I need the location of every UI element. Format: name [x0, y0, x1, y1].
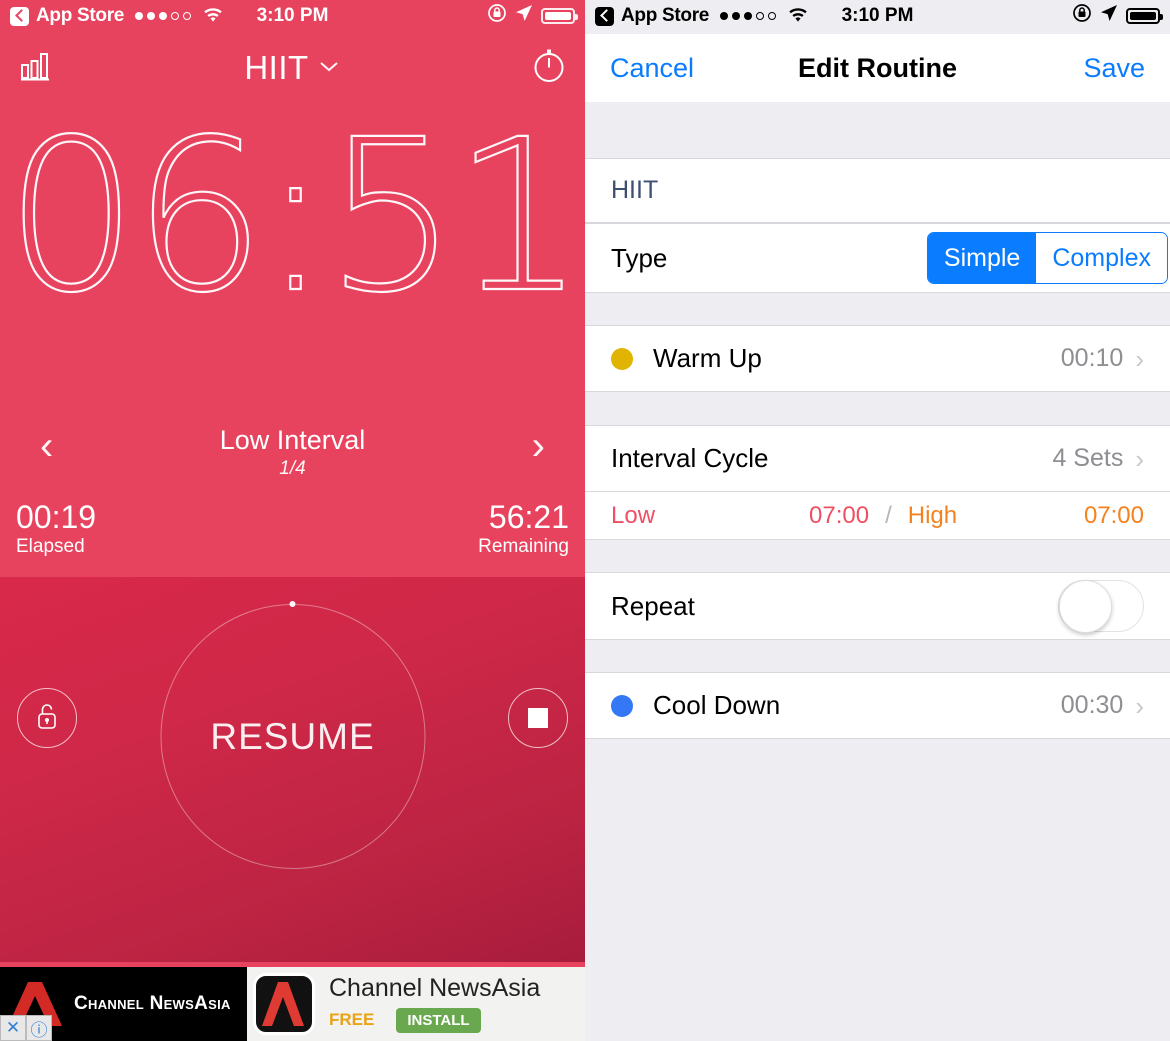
section-gap-4	[585, 640, 1170, 672]
interval-name: Low Interval	[219, 425, 366, 455]
repeat-row: Repeat	[585, 572, 1170, 640]
lock-button[interactable]	[17, 688, 77, 748]
low-high-separator: /	[885, 501, 892, 529]
status-indicators	[487, 3, 578, 29]
warm-up-color-dot	[611, 347, 633, 370]
stopwatch-icon[interactable]	[531, 48, 567, 89]
countdown-display: 06:51	[4, 94, 585, 339]
type-segmented-control[interactable]: Simple Complex	[926, 232, 1168, 284]
elapsed-label: Elapsed	[16, 536, 85, 558]
next-interval-icon[interactable]: ›	[532, 425, 545, 467]
battery-icon	[541, 8, 578, 24]
ad-app-icon	[253, 973, 315, 1035]
repeat-label: Repeat	[611, 590, 695, 621]
ad-price: FREE	[329, 1010, 375, 1030]
interval-cycle-value: 4 Sets	[1052, 444, 1124, 472]
warm-up-label: Warm Up	[653, 343, 762, 373]
repeat-toggle[interactable]	[1058, 580, 1144, 633]
ad-close-icon[interactable]: ✕	[0, 1015, 26, 1041]
page-title: Edit Routine	[798, 52, 957, 83]
location-arrow-icon	[1100, 4, 1118, 28]
cool-down-value: 00:30	[1060, 691, 1124, 719]
high-label: High	[907, 501, 958, 529]
status-indicators	[1072, 3, 1163, 29]
interval-cycle-label: Interval Cycle	[611, 443, 769, 473]
dual-screenshot: App Store 3:10 PM HIIT 06:51 ‹ Low Inter…	[0, 0, 1170, 1041]
rotation-lock-icon	[1072, 3, 1092, 29]
routine-name-row[interactable]: HIIT	[585, 158, 1170, 223]
warm-up-row[interactable]: Warm Up 00:10 ›	[585, 325, 1170, 392]
remaining-stat: 56:21 Remaining	[478, 499, 569, 558]
status-bar-left: App Store 3:10 PM	[0, 0, 585, 32]
segment-complex[interactable]: Complex	[1036, 233, 1167, 283]
chevron-right-icon: ›	[1135, 690, 1144, 721]
cool-down-color-dot	[611, 694, 633, 717]
progress-dot	[289, 601, 296, 607]
ad-info-icon[interactable]: ⓘ	[26, 1015, 52, 1041]
battery-icon	[1126, 8, 1163, 24]
status-bar-right: App Store 3:10 PM	[585, 0, 1170, 32]
routine-title-button[interactable]: HIIT	[244, 49, 338, 87]
ad-install-button[interactable]: INSTALL	[396, 1007, 481, 1033]
warm-up-value: 00:10	[1060, 344, 1124, 372]
stop-button[interactable]	[508, 688, 568, 748]
low-label: Low	[611, 501, 656, 529]
elapsed-stat: 00:19 Elapsed	[16, 499, 97, 558]
section-gap-2	[585, 392, 1170, 425]
bar-chart-icon[interactable]	[18, 49, 52, 88]
ad-banner-brand: Channel NewsAsia	[74, 993, 231, 1014]
ad-banner[interactable]: Channel NewsAsia Channel NewsAsia FREE I…	[0, 967, 585, 1041]
segment-simple[interactable]: Simple	[927, 233, 1037, 283]
elapsed-value: 00:19	[16, 499, 97, 535]
type-label: Type	[611, 242, 668, 273]
chevron-right-icon: ›	[1135, 343, 1144, 374]
cool-down-label: Cool Down	[653, 690, 781, 720]
rotation-lock-icon	[487, 3, 507, 29]
section-gap-top	[585, 102, 1170, 158]
save-button[interactable]: Save	[1083, 53, 1145, 84]
interval-navigator: ‹ Low Interval 1/4 ›	[0, 425, 585, 495]
ad-text-group: Channel NewsAsia FREE INSTALL	[329, 975, 540, 1033]
toggle-knob	[1059, 580, 1112, 633]
previous-interval-icon[interactable]: ‹	[40, 425, 53, 467]
location-arrow-icon	[515, 4, 533, 28]
interval-cycle-row[interactable]: Interval Cycle 4 Sets ›	[585, 425, 1170, 492]
interval-info: Low Interval 1/4	[53, 425, 531, 480]
timer-nav-bar: HIIT	[0, 34, 585, 102]
low-high-row[interactable]: Low 07:00 / High 07:00	[585, 492, 1170, 540]
routine-title: HIIT	[244, 49, 309, 86]
section-gap-3	[585, 540, 1170, 572]
cool-down-row[interactable]: Cool Down 00:30 ›	[585, 672, 1170, 739]
stop-icon	[528, 708, 548, 728]
edit-routine-screen: App Store 3:10 PM Cancel Edit Routine Sa…	[585, 0, 1170, 1041]
remaining-value: 56:21	[488, 499, 569, 535]
high-value: 07:00	[1083, 501, 1144, 529]
routine-name-input[interactable]: HIIT	[611, 176, 658, 205]
interval-timer-screen: App Store 3:10 PM HIIT 06:51 ‹ Low Inter…	[0, 0, 585, 1041]
resume-button[interactable]: RESUME	[160, 601, 425, 869]
low-value: 07:00	[809, 501, 870, 529]
timer-stats: 00:19 Elapsed 56:21 Remaining	[0, 499, 585, 558]
remaining-label: Remaining	[478, 536, 569, 558]
section-gap-bottom	[585, 739, 1170, 1041]
edit-routine-nav-bar: Cancel Edit Routine Save	[585, 34, 1170, 102]
ad-promo-panel[interactable]: Channel NewsAsia FREE INSTALL	[247, 967, 585, 1041]
resume-label: RESUME	[210, 715, 375, 757]
type-row: Type Simple Complex	[585, 223, 1170, 293]
section-gap-1	[585, 293, 1170, 325]
ad-controls: ✕ ⓘ	[0, 1015, 52, 1041]
chevron-down-icon	[319, 58, 339, 78]
transport-controls: RESUME [Select Playlist]	[0, 577, 585, 962]
interval-set-counter: 1/4	[279, 458, 306, 479]
chevron-right-icon: ›	[1135, 443, 1144, 474]
ad-meta: FREE INSTALL	[329, 1007, 540, 1033]
ad-app-title: Channel NewsAsia	[329, 974, 541, 1003]
lock-icon	[33, 701, 61, 736]
